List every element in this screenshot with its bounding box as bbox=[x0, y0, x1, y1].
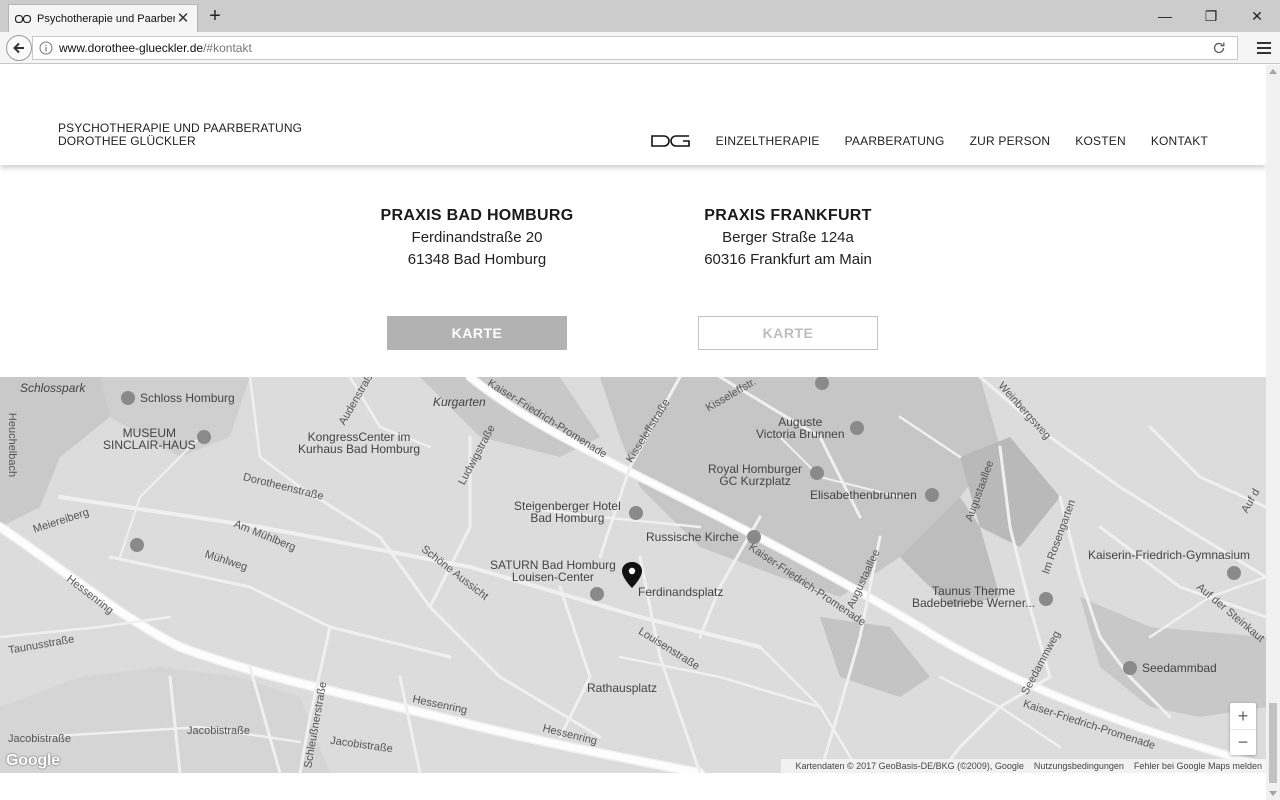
favicon-icon bbox=[15, 14, 31, 24]
browser-tab-active[interactable]: Psychotherapie und Paarber ✕ bbox=[8, 4, 198, 32]
map-terms-link[interactable]: Nutzungsbedingungen bbox=[1034, 761, 1124, 771]
map-label: Elisabethenbrunnen bbox=[810, 488, 917, 502]
map-label: Taunus Therme Badebetriebe Werner... bbox=[912, 584, 1036, 610]
zoom-in-button[interactable]: + bbox=[1230, 703, 1256, 729]
scrollbar-thumb[interactable] bbox=[1269, 703, 1277, 783]
map-label: Kurgarten bbox=[433, 395, 486, 409]
map-label: Royal Homburger GC Kurzplatz bbox=[708, 462, 803, 488]
practice-city: 61348 Bad Homburg bbox=[407, 251, 547, 268]
back-button[interactable] bbox=[6, 35, 32, 61]
url-text: www.dorothee-glueckler.de/#kontakt bbox=[59, 41, 252, 55]
practice-street: Berger Straße 124a bbox=[722, 229, 854, 246]
map-label: KongressCenter im Kurhaus Bad Homburg bbox=[298, 430, 421, 456]
new-tab-button[interactable]: + bbox=[204, 6, 226, 28]
map-report-link[interactable]: Fehler bei Google Maps melden bbox=[1134, 761, 1262, 771]
brand-line-2: DOROTHEE GLÜCKLER bbox=[58, 134, 196, 148]
karte-button-frankfurt[interactable]: KARTE bbox=[698, 316, 878, 350]
hamburger-menu-icon[interactable] bbox=[1256, 40, 1272, 56]
map-label: Auguste Victoria Brunnen bbox=[756, 415, 845, 441]
practice-frankfurt: PRAXIS FRANKFURT Berger Straße 124a 6031… bbox=[668, 205, 908, 271]
street-label: Jacobistraße bbox=[8, 733, 71, 745]
google-logo[interactable]: Google bbox=[6, 752, 60, 770]
tab-close-icon[interactable]: ✕ bbox=[175, 11, 191, 26]
nav-paarberatung[interactable]: PAARBERATUNG bbox=[845, 134, 945, 148]
browser-tab-bar: Psychotherapie und Paarber ✕ + — ❐ ✕ bbox=[0, 0, 1280, 32]
url-host: www.dorothee-glueckler.de bbox=[59, 41, 204, 55]
site-header: PSYCHOTHERAPIE UND PAARBERATUNG DOROTHEE… bbox=[0, 65, 1266, 165]
map-label: SATURN Bad Homburg Louisen-Center bbox=[490, 558, 616, 584]
google-map[interactable]: Schlosspark Schloss Homburg MUSEUM SINCLA… bbox=[0, 377, 1266, 773]
map-label: Seedammbad bbox=[1142, 661, 1217, 675]
arrow-left-icon bbox=[13, 42, 24, 54]
map-label: Schlosspark bbox=[20, 381, 86, 395]
site-brand[interactable]: PSYCHOTHERAPIE UND PAARBERATUNG DOROTHEE… bbox=[58, 122, 302, 148]
zoom-out-button[interactable]: − bbox=[1230, 729, 1256, 755]
address-bar[interactable]: www.dorothee-glueckler.de/#kontakt bbox=[32, 36, 1238, 60]
map-label: MUSEUM SINCLAIR-HAUS bbox=[103, 426, 196, 452]
karte-button-bad-homburg[interactable]: KARTE bbox=[387, 316, 567, 350]
map-zoom-control: + − bbox=[1230, 703, 1256, 755]
page-content: PSYCHOTHERAPIE UND PAARBERATUNG DOROTHEE… bbox=[0, 65, 1266, 800]
window-restore-button[interactable]: ❐ bbox=[1188, 0, 1234, 32]
street-label: Jacobistraße bbox=[187, 725, 250, 737]
scroll-down-arrow-icon[interactable] bbox=[1269, 791, 1277, 796]
browser-nav-bar: www.dorothee-glueckler.de/#kontakt bbox=[0, 32, 1280, 64]
nav-kontakt[interactable]: KONTAKT bbox=[1151, 134, 1208, 148]
window-close-button[interactable]: ✕ bbox=[1234, 0, 1280, 32]
practice-city: 60316 Frankfurt am Main bbox=[704, 251, 872, 268]
info-icon[interactable] bbox=[39, 41, 53, 55]
map-label: Steigenberger Hotel Bad Homburg bbox=[514, 499, 621, 525]
map-attribution: Kartendaten © 2017 GeoBasis-DE/BKG (©200… bbox=[781, 759, 1266, 773]
tab-title: Psychotherapie und Paarber bbox=[37, 12, 175, 25]
map-label: Kaiserin-Friedrich-Gymnasium bbox=[1088, 548, 1251, 562]
map-label: Ferdinandsplatz bbox=[638, 585, 724, 599]
map-label: Russische Kirche bbox=[646, 530, 739, 544]
dg-logo-icon[interactable] bbox=[650, 135, 691, 147]
map-label: Rathausplatz bbox=[587, 681, 658, 695]
practice-street: Ferdinandstraße 20 bbox=[411, 229, 543, 246]
practice-title: PRAXIS BAD HOMBURG bbox=[380, 207, 574, 224]
map-attribution-text: Kartendaten © 2017 GeoBasis-DE/BKG (©200… bbox=[795, 761, 1024, 771]
practice-bad-homburg: PRAXIS BAD HOMBURG Ferdinandstraße 20 61… bbox=[357, 205, 597, 271]
nav-kosten[interactable]: KOSTEN bbox=[1075, 134, 1126, 148]
main-navigation: EINZELTHERAPIE PAARBERATUNG ZUR PERSON K… bbox=[650, 134, 1208, 148]
scroll-up-arrow-icon[interactable] bbox=[1269, 69, 1277, 74]
url-path: /#kontakt bbox=[203, 41, 252, 55]
map-label: Schloss Homburg bbox=[140, 391, 235, 405]
page-scrollbar[interactable] bbox=[1266, 65, 1280, 800]
street-label: Heuchelbach bbox=[6, 412, 19, 478]
reload-icon[interactable] bbox=[1211, 40, 1227, 56]
window-minimize-button[interactable]: — bbox=[1142, 0, 1188, 32]
practice-title: PRAXIS FRANKFURT bbox=[704, 207, 872, 224]
nav-zur-person[interactable]: ZUR PERSON bbox=[970, 134, 1051, 148]
nav-einzeltherapie[interactable]: EINZELTHERAPIE bbox=[716, 134, 820, 148]
